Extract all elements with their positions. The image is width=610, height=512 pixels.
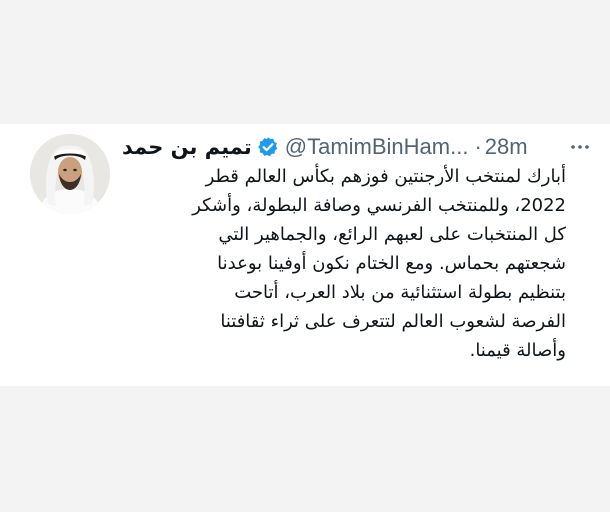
time-separator: ·: [474, 134, 482, 159]
tweet-text-line: أبارك لمنتخب الأرجنتين فوزهم بكأس العالم…: [205, 166, 566, 187]
more-options-icon[interactable]: [568, 135, 592, 159]
tweet-text-line: وأصالة قيمنا.: [469, 340, 566, 361]
tweet-text-line: كل المنتخبات على لعبهم الرائع، والجماهير…: [218, 224, 566, 245]
tweet-text: أبارك لمنتخب الأرجنتين فوزهم بكأس العالم…: [116, 162, 566, 365]
display-name[interactable]: تميم بن حمد: [122, 134, 252, 160]
user-handle[interactable]: @TamimBinHam...: [285, 134, 469, 160]
tweet-card[interactable]: تميم بن حمد @TamimBinHam... · 28m أبارك …: [0, 124, 610, 386]
tweet-text-line: شجعتهم بحماس. ومع الختام نكون أوفينا بوع…: [217, 253, 566, 274]
timestamp[interactable]: 28m: [485, 134, 528, 160]
profile-avatar-icon: [30, 134, 110, 214]
avatar[interactable]: [30, 134, 110, 214]
tweet-text-line: بتنظيم بطولة استثنائية من بلاد العرب، أت…: [234, 282, 566, 303]
tweet-text-line: 2022، وللمنتخب الفرنسي وصافة البطولة، وأ…: [192, 195, 566, 216]
tweet-header: تميم بن حمد @TamimBinHam... · 28m: [122, 134, 602, 160]
tweet-text-line: الفرصة لشعوب العالم لتتعرف على ثراء ثقاف…: [220, 311, 566, 332]
verified-badge-icon: [257, 136, 279, 158]
